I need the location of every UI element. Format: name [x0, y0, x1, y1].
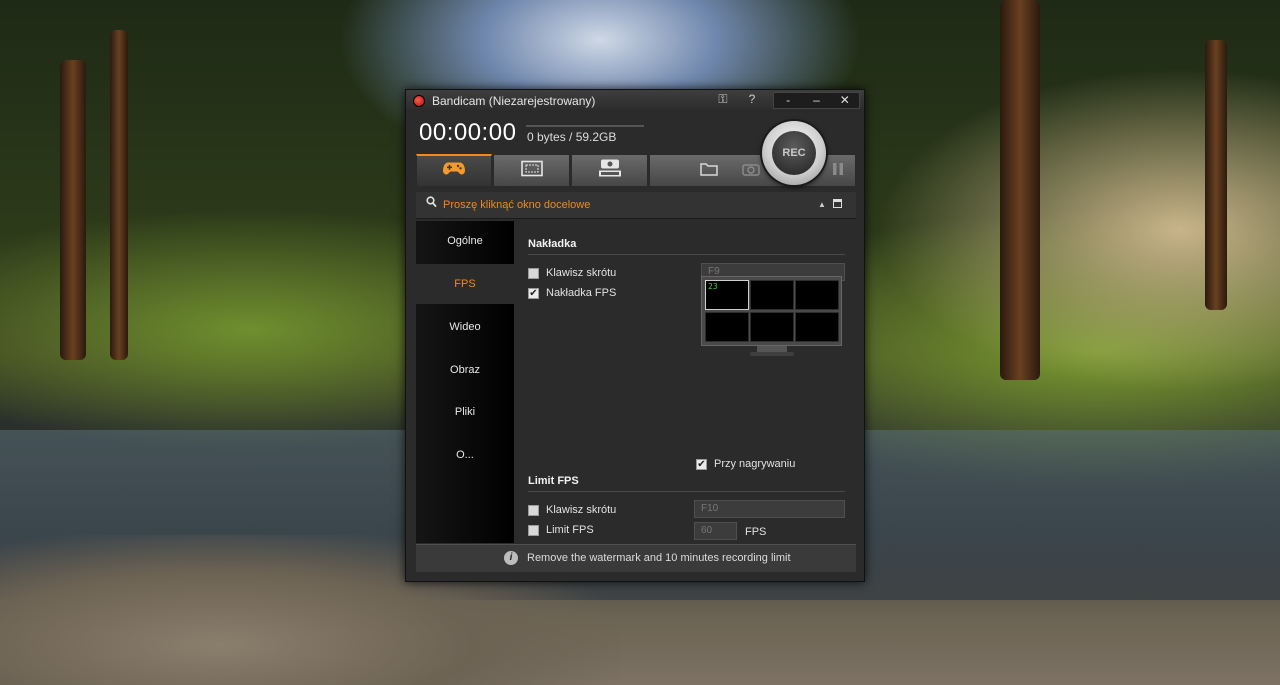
file-size-status: 0 bytes / 59.2GB	[527, 130, 617, 144]
screen-rectangle-icon	[520, 160, 543, 181]
overlay-position-top-left[interactable]: 23	[705, 280, 749, 310]
sidebar-item-image[interactable]: Obraz	[416, 350, 514, 390]
mini-mode-button[interactable]: -	[774, 93, 802, 108]
settings-sidebar: Ogólne FPS Wideo Obraz Pliki O...	[416, 221, 514, 543]
overlay-hotkey-label: Klawisz skrótu	[546, 267, 617, 279]
bandicam-window: Bandicam (Niezarejestrowany) ⚿ ? - ‒ ✕ 0…	[405, 89, 865, 582]
overlay-position-bottom-left[interactable]	[705, 312, 749, 342]
watermark-notice-bar[interactable]: i Remove the watermark and 10 minutes re…	[416, 544, 856, 572]
overlay-position-top-center[interactable]	[750, 280, 794, 310]
fps-settings-panel: Nakładka Klawisz skrótu F9 ✔ Nakładka FP…	[514, 221, 856, 543]
overlay-position-bottom-right[interactable]	[795, 312, 839, 342]
sidebar-item-general[interactable]: Ogólne	[416, 221, 514, 261]
fps-overlay-row: ✔ Nakładka FPS	[528, 286, 616, 300]
overlay-divider	[528, 254, 845, 255]
watermark-notice-text: Remove the watermark and 10 minutes reco…	[527, 552, 791, 564]
limit-fps-checkbox[interactable]	[528, 524, 539, 536]
window-select-icon[interactable]	[833, 199, 842, 208]
folder-icon[interactable]	[700, 162, 718, 179]
limit-fps-row: Limit FPS	[528, 523, 594, 537]
window-controls: - ‒ ✕	[773, 92, 860, 109]
wallpaper-tree	[60, 60, 86, 360]
on-recording-row: ✔ Przy nagrywaniu	[696, 457, 795, 471]
hdmi-icon	[598, 159, 622, 182]
limit-fps-heading: Limit FPS	[528, 475, 579, 487]
preview-fps-value: 23	[708, 282, 718, 291]
limit-hotkey-field[interactable]: F10	[694, 500, 845, 518]
on-recording-label: Przy nagrywaniu	[714, 458, 796, 470]
fps-overlay-label: Nakładka FPS	[546, 287, 617, 299]
monitor-base	[750, 352, 794, 356]
recording-timer: 00:00:00	[419, 119, 517, 146]
search-icon	[426, 196, 437, 211]
help-icon[interactable]: ?	[743, 92, 761, 106]
sidebar-item-files[interactable]: Pliki	[416, 392, 514, 432]
app-record-icon	[413, 95, 425, 107]
overlay-position-top-right[interactable]	[795, 280, 839, 310]
overlay-hotkey-row: Klawisz skrótu	[528, 266, 616, 280]
overlay-heading: Nakładka	[528, 238, 577, 250]
tab-game-mode[interactable]	[416, 154, 492, 187]
wallpaper-tree	[1000, 0, 1040, 380]
tab-screen-mode[interactable]	[493, 154, 570, 187]
limit-fps-value-field[interactable]: 60	[694, 522, 737, 540]
info-icon: i	[504, 551, 518, 565]
camera-icon[interactable]	[742, 162, 760, 179]
close-button[interactable]: ✕	[831, 93, 859, 108]
sidebar-item-about[interactable]: O...	[416, 435, 514, 475]
on-recording-checkbox[interactable]: ✔	[696, 458, 707, 470]
overlay-position-bottom-center[interactable]	[750, 312, 794, 342]
overlay-position-preview: 23	[701, 276, 842, 346]
limit-hotkey-checkbox[interactable]	[528, 504, 539, 516]
limit-hotkey-label: Klawisz skrótu	[546, 504, 617, 516]
key-icon[interactable]: ⚿	[714, 92, 732, 107]
fps-unit-label: FPS	[745, 526, 767, 538]
rec-button[interactable]: REC	[762, 121, 826, 185]
sidebar-item-fps[interactable]: FPS	[416, 264, 514, 304]
target-window-bar[interactable]: Proszę kliknąć okno docelowe ▲	[416, 192, 856, 219]
gamepad-icon	[443, 162, 465, 181]
sidebar-item-video[interactable]: Wideo	[416, 307, 514, 347]
title-bar[interactable]: Bandicam (Niezarejestrowany) ⚿ ? - ‒ ✕	[406, 90, 864, 112]
pause-icon[interactable]	[832, 162, 844, 179]
limit-fps-label: Limit FPS	[546, 524, 594, 536]
wallpaper-tree	[110, 30, 128, 360]
limit-divider	[528, 491, 845, 492]
overlay-hotkey-checkbox[interactable]	[528, 267, 539, 279]
caret-up-icon[interactable]: ▲	[818, 200, 826, 209]
window-title: Bandicam (Niezarejestrowany)	[432, 94, 596, 108]
limit-hotkey-row: Klawisz skrótu	[528, 503, 616, 517]
tab-device-mode[interactable]	[571, 154, 648, 187]
wallpaper-tree	[1205, 40, 1227, 310]
size-progress-line	[526, 125, 644, 127]
fps-overlay-checkbox[interactable]: ✔	[528, 287, 539, 299]
target-window-prompt: Proszę kliknąć okno docelowe	[443, 199, 591, 211]
rec-button-label: REC	[772, 131, 816, 175]
minimize-button[interactable]: ‒	[802, 93, 830, 108]
